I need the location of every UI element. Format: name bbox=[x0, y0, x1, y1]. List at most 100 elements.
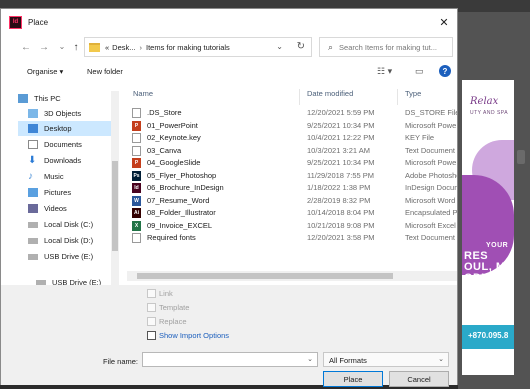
column-divider[interactable] bbox=[299, 89, 300, 105]
file-date-modified: 10/4/2021 12:22 PM bbox=[307, 133, 375, 142]
illustrator-icon: Ai bbox=[132, 208, 141, 218]
file-row[interactable]: Required fonts 12/20/2021 3:58 PM Text Doc… bbox=[127, 232, 457, 245]
text-file-icon bbox=[132, 233, 141, 243]
file-date-modified: 10/14/2018 8:04 PM bbox=[307, 208, 375, 217]
column-header-name[interactable]: Name bbox=[133, 89, 153, 105]
file-row[interactable]: W 07_Resume_Word 2/28/2019 8:32 PM Microsof… bbox=[127, 195, 457, 208]
photoshop-icon: Ps bbox=[132, 170, 141, 181]
chevron-down-icon[interactable]: ⌄ bbox=[307, 355, 313, 363]
arrow-up-icon: ↑ bbox=[73, 41, 79, 53]
file-row[interactable]: .DS_Store 12/20/2021 5:59 PM DS_STORE File bbox=[127, 107, 457, 120]
nav-item-local-disk-c[interactable]: Local Disk (C:) bbox=[18, 217, 119, 232]
refresh-icon[interactable]: ↻ bbox=[297, 41, 305, 52]
show-import-options-checkbox[interactable]: Show Import Options bbox=[147, 331, 229, 340]
file-date-modified: 10/3/2021 3:21 AM bbox=[307, 145, 370, 155]
file-icon bbox=[132, 133, 141, 143]
artwork-subtitle: UTY AND SPA bbox=[470, 110, 509, 116]
nav-item-this-pc[interactable]: This PC bbox=[18, 91, 119, 106]
cancel-button[interactable]: Cancel bbox=[389, 371, 449, 387]
scrollbar-thumb[interactable] bbox=[112, 161, 118, 251]
show-import-options-label[interactable]: Show Import Options bbox=[159, 331, 229, 340]
file-type: Microsoft Excel bbox=[405, 220, 456, 230]
file-row[interactable]: Id 06_Brochure_InDesign 1/18/2022 1:38 PM I… bbox=[127, 182, 457, 195]
checkbox-box[interactable] bbox=[147, 331, 156, 340]
file-date-modified: 9/25/2021 10:34 PM bbox=[307, 120, 375, 130]
close-button[interactable]: ✕ bbox=[437, 15, 451, 29]
column-header-date-modified[interactable]: Date modified bbox=[307, 89, 353, 105]
search-input[interactable]: ⌕ Search Items for making tut... bbox=[319, 37, 453, 57]
desktop-icon bbox=[28, 124, 38, 133]
file-name: 06_Brochure_InDesign bbox=[147, 183, 224, 192]
checkbox-box bbox=[147, 289, 156, 298]
preview-pane-icon[interactable]: ▭ bbox=[415, 66, 424, 77]
place-dialog: Id Place ✕ ← → ⌄ ↑ « Desk... › Items for… bbox=[0, 8, 458, 387]
text-file-icon bbox=[132, 145, 141, 156]
file-row[interactable]: P 01_PowerPoint 9/25/2021 10:34 PM Microsof… bbox=[127, 120, 457, 133]
file-row[interactable]: 02_Keynote.key 10/4/2021 12:22 PM KEY File bbox=[127, 132, 457, 145]
videos-icon bbox=[28, 204, 38, 213]
scrollbar-thumb[interactable] bbox=[137, 273, 393, 279]
back-button[interactable]: ← bbox=[17, 38, 35, 56]
help-icon[interactable]: ? bbox=[439, 65, 451, 77]
nav-item-desktop[interactable]: Desktop bbox=[18, 121, 119, 136]
column-header-type[interactable]: Type bbox=[405, 89, 421, 105]
view-options-icon[interactable]: ☷ ▾ bbox=[377, 66, 392, 77]
breadcrumb-current-folder[interactable]: Items for making tutorials bbox=[146, 43, 230, 52]
pasteboard-scroll-thumb[interactable] bbox=[517, 150, 525, 164]
forward-button[interactable]: → bbox=[35, 38, 53, 56]
place-button[interactable]: Place bbox=[323, 371, 383, 387]
nav-item-downloads[interactable]: ⬇ Downloads bbox=[18, 153, 119, 168]
breadcrumb-overflow[interactable]: « bbox=[105, 43, 109, 52]
file-row[interactable]: 03_Canva 10/3/2021 3:21 AM Text Document bbox=[127, 145, 457, 158]
file-row[interactable]: P 04_GoogleSlide 9/25/2021 10:34 PM Microso… bbox=[127, 157, 457, 170]
template-checkbox: Template bbox=[147, 303, 189, 312]
file-list-horizontal-scrollbar[interactable] bbox=[127, 271, 457, 281]
file-type: InDesign Docum bbox=[405, 183, 457, 192]
artwork-logo: Relax bbox=[470, 96, 499, 107]
column-divider[interactable] bbox=[397, 89, 398, 105]
nav-item-pictures[interactable]: Pictures bbox=[18, 185, 119, 200]
place-button-label: Place bbox=[343, 374, 363, 384]
organise-menu[interactable]: Organise ▾ bbox=[27, 67, 63, 76]
new-folder-button[interactable]: New folder bbox=[87, 67, 123, 76]
disk-icon bbox=[28, 221, 38, 228]
file-row[interactable]: Ps 05_Flyer_Photoshop 11/29/2018 7:55 PM Ad… bbox=[127, 170, 457, 183]
file-name-input[interactable]: ⌄ bbox=[142, 352, 318, 367]
file-name: 04_GoogleSlide bbox=[147, 158, 201, 167]
navigation-scrollbar[interactable] bbox=[111, 91, 119, 287]
nav-item-usb-drive-e[interactable]: USB Drive (E:) bbox=[18, 249, 119, 264]
file-type: Microsoft Word bbox=[405, 195, 456, 205]
artwork-text: ODY bbox=[464, 272, 490, 284]
pictures-icon bbox=[28, 188, 38, 197]
file-type: DS_STORE File bbox=[405, 108, 457, 117]
file-type: Text Document bbox=[405, 145, 456, 155]
file-name: 02_Keynote.key bbox=[147, 133, 201, 142]
file-date-modified: 9/25/2021 10:34 PM bbox=[307, 158, 375, 167]
breadcrumb-separator: › bbox=[139, 42, 143, 52]
file-row[interactable]: X 09_Invoice_EXCEL 10/21/2018 9:08 PM Micro… bbox=[127, 220, 457, 233]
search-icon: ⌕ bbox=[328, 41, 334, 52]
file-type-filter-select[interactable]: All Formats ⌄ bbox=[323, 352, 449, 367]
arrow-right-icon: → bbox=[39, 41, 49, 53]
breadcrumb-desktop[interactable]: Desk... bbox=[112, 43, 135, 52]
up-folder-button[interactable]: ↑ bbox=[67, 38, 85, 56]
file-list: Name ^ Date modified Type .DS_Store 12/20… bbox=[127, 89, 457, 283]
nav-item-label: Videos bbox=[44, 204, 67, 213]
indesign-app-icon: Id bbox=[9, 15, 22, 29]
dialog-options-area: Link Template Replace Show Import Option… bbox=[1, 285, 457, 387]
nav-item-3d-objects[interactable]: 3D Objects bbox=[18, 106, 119, 121]
arrow-left-icon: ← bbox=[21, 41, 31, 53]
chevron-down-icon[interactable]: ⌄ bbox=[276, 42, 283, 51]
file-date-modified: 2/28/2019 8:32 PM bbox=[307, 195, 371, 205]
file-row[interactable]: Ai 08_Folder_Illustrator 10/14/2018 8:04 P… bbox=[127, 207, 457, 220]
command-bar: Organise ▾ New folder ☷ ▾ ▭ ? bbox=[1, 64, 457, 82]
nav-item-music[interactable]: ♪ Music bbox=[18, 169, 119, 184]
file-name: 05_Flyer_Photoshop bbox=[147, 170, 217, 180]
navigation-pane: This PC 3D Objects Desktop Documents ⬇ D… bbox=[18, 91, 119, 287]
nav-item-local-disk-d[interactable]: Local Disk (D:) bbox=[18, 233, 119, 248]
file-type: KEY File bbox=[405, 133, 435, 142]
nav-item-videos[interactable]: Videos bbox=[18, 201, 119, 216]
file-date-modified: 10/21/2018 9:08 PM bbox=[307, 220, 375, 230]
address-bar[interactable]: « Desk... › Items for making tutorials ⌄… bbox=[84, 37, 312, 57]
nav-item-documents[interactable]: Documents bbox=[18, 137, 119, 152]
